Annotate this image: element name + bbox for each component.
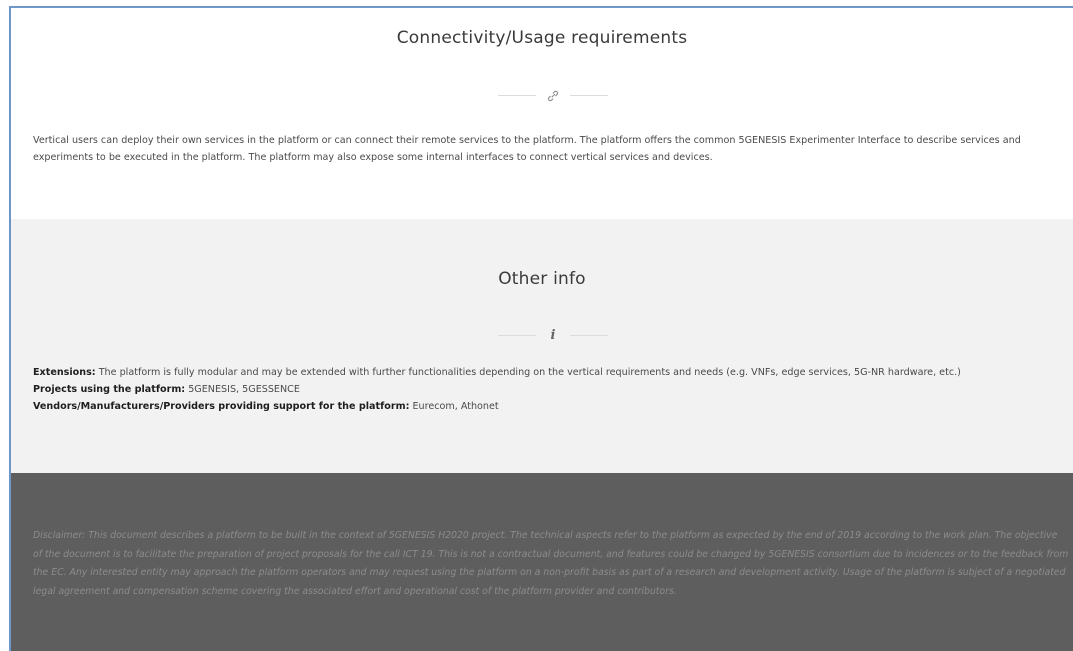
vendors-value: Eurecom, Athonet [409, 401, 499, 412]
projects-line: Projects using the platform: 5GENESIS, 5… [33, 381, 1073, 398]
page-frame: Connectivity/Usage requirements Vertical… [9, 6, 1073, 651]
divider-line-left [498, 335, 536, 336]
disclaimer-text: Disclaimer: This document describes a pl… [33, 530, 1069, 597]
other-info-title: Other info [498, 269, 586, 289]
other-info-divider: i [498, 326, 608, 346]
connectivity-section: Connectivity/Usage requirements Vertical… [11, 8, 1073, 219]
info-icon: i [550, 328, 556, 343]
projects-value: 5GENESIS, 5GESSENCE [185, 384, 300, 395]
connectivity-title: Connectivity/Usage requirements [396, 28, 688, 48]
extensions-value: The platform is fully modular and may be… [95, 367, 961, 378]
vendors-label: Vendors/Manufacturers/Providers providin… [33, 401, 410, 412]
divider-line-right [570, 335, 608, 336]
divider-line-left [498, 95, 536, 96]
projects-label: Projects using the platform: [33, 384, 186, 395]
vendors-line: Vendors/Manufacturers/Providers providin… [33, 398, 1073, 415]
divider-line-right [570, 95, 608, 96]
footer: Disclaimer: This document describes a pl… [11, 473, 1073, 651]
link-icon [543, 86, 563, 106]
extensions-label: Extensions: [33, 367, 96, 378]
connectivity-divider [498, 86, 608, 106]
connectivity-text: Vertical users can deploy their own serv… [33, 135, 1021, 163]
extensions-line: Extensions: The platform is fully modula… [33, 364, 1073, 381]
other-info-section: Other info i Extensions: The platform is… [11, 219, 1073, 473]
